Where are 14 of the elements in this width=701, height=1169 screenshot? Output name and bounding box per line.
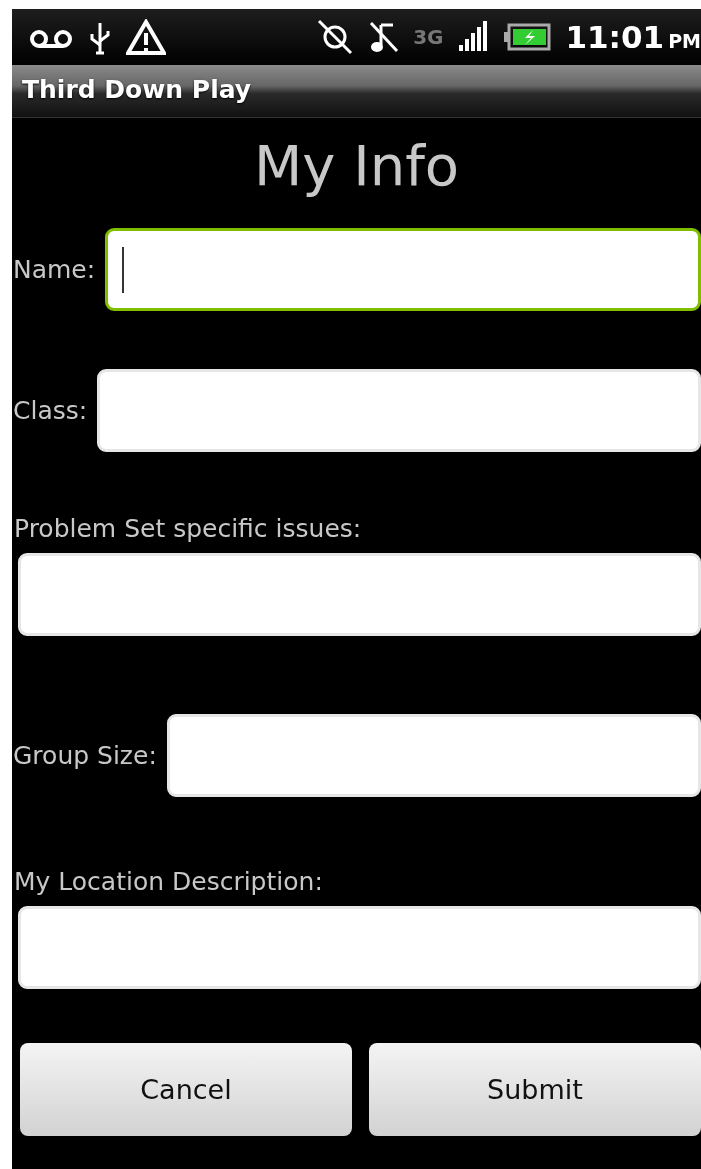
app-title: Third Down Play xyxy=(22,75,252,104)
field-label: Name: xyxy=(12,255,96,284)
cancel-button[interactable]: Cancel xyxy=(20,1043,352,1136)
field-label: My Location Description: xyxy=(13,867,324,896)
field-label: Class: xyxy=(12,396,88,425)
field-label: Group Size: xyxy=(12,741,157,770)
field-label: Problem Set specific issues: xyxy=(13,514,363,543)
clock: 11:01 xyxy=(565,19,665,55)
mute-icon xyxy=(369,19,400,55)
submit-button[interactable]: Submit xyxy=(369,1043,701,1136)
input-field[interactable] xyxy=(105,228,701,311)
network-type: 3G xyxy=(413,27,444,47)
warning-icon xyxy=(126,19,166,55)
clock-meridiem: PM xyxy=(668,30,701,52)
